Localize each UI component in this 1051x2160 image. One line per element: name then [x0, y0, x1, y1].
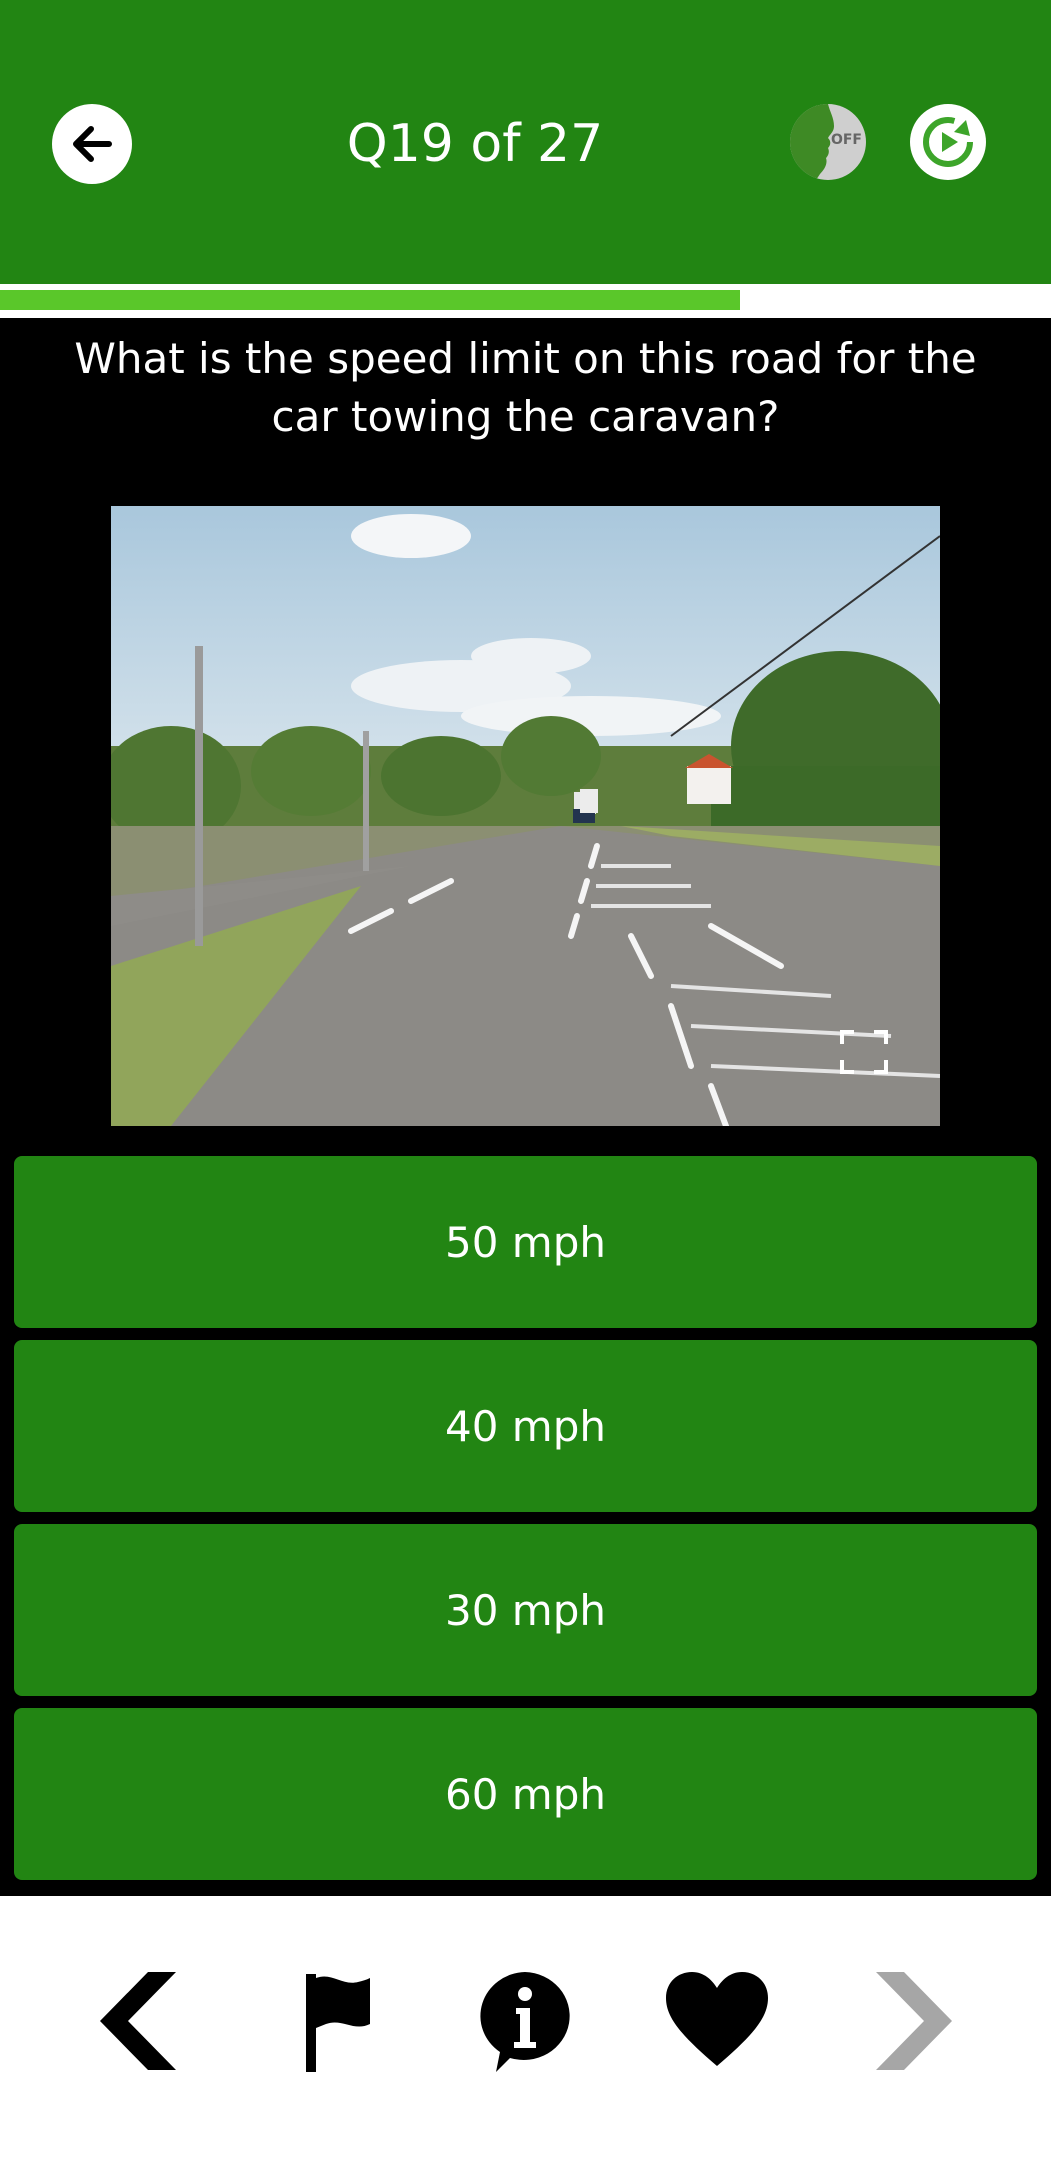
header: Q19 of 27 OFF — [0, 0, 1051, 284]
question-image[interactable] — [111, 506, 940, 1126]
bottom-nav — [0, 1896, 1051, 2160]
answer-option[interactable]: 50 mph — [14, 1156, 1037, 1328]
question-text: What is the speed limit on this road for… — [74, 334, 977, 441]
back-arrow-icon — [73, 126, 112, 162]
fullscreen-icon[interactable] — [840, 1030, 888, 1074]
replay-button[interactable] — [910, 104, 986, 180]
progress-track — [0, 284, 1051, 318]
road-scene-image — [111, 506, 940, 1126]
progress-fill — [0, 290, 740, 310]
favorite-icon[interactable] — [662, 1966, 772, 2076]
next-icon[interactable] — [856, 1966, 966, 2076]
voice-toggle-state: OFF — [830, 132, 862, 148]
answer-option[interactable]: 40 mph — [14, 1340, 1037, 1512]
flag-icon[interactable] — [282, 1966, 392, 2076]
previous-icon[interactable] — [86, 1966, 196, 2076]
answer-option[interactable]: 60 mph — [14, 1708, 1037, 1880]
back-button[interactable] — [52, 104, 132, 184]
answer-option[interactable]: 30 mph — [14, 1524, 1037, 1696]
answer-list: 50 mph 40 mph 30 mph 60 mph — [14, 1156, 1037, 1892]
info-icon[interactable] — [470, 1966, 580, 2076]
replay-icon — [923, 117, 973, 167]
question-counter: Q19 of 27 — [346, 114, 604, 174]
voice-toggle[interactable]: OFF — [790, 104, 866, 180]
